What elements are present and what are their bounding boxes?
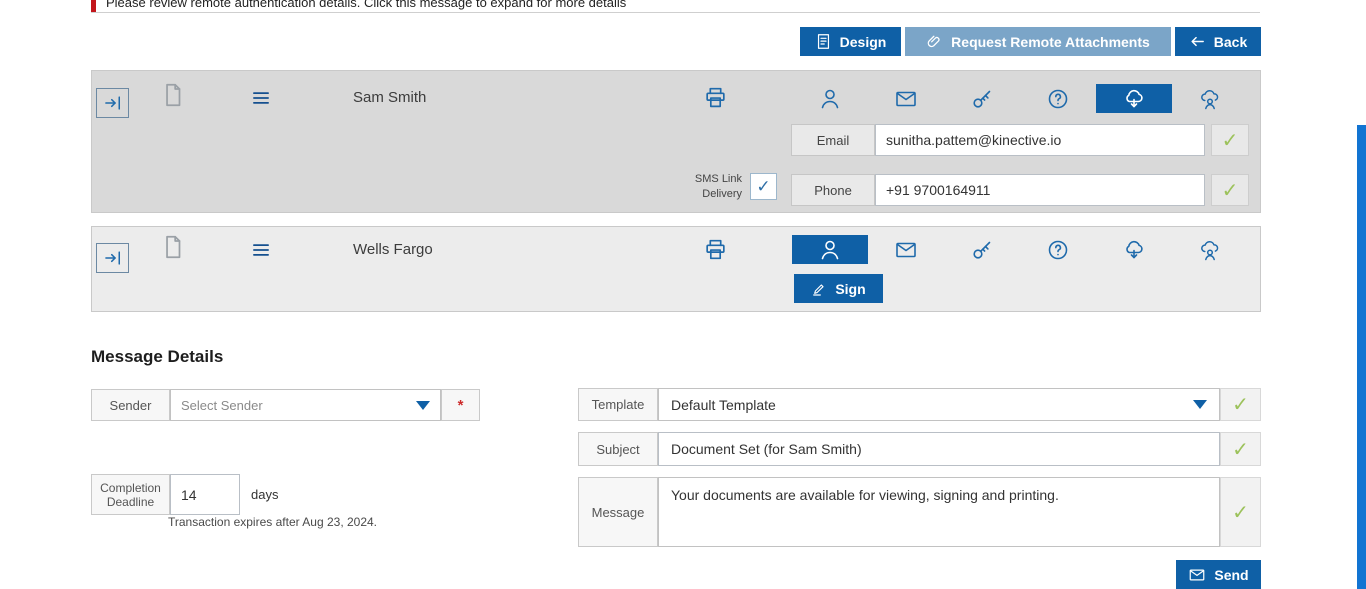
request-remote-attachments-button[interactable]: Request Remote Attachments [905, 27, 1171, 56]
phone-valid-checkmark: ✓ [1211, 174, 1249, 206]
phone-field-label: Phone [791, 174, 875, 206]
notice-accent-bar [91, 0, 96, 13]
chevron-down-icon [1193, 400, 1207, 409]
delivery-question-option[interactable] [1020, 84, 1096, 113]
printer-icon[interactable] [703, 85, 728, 110]
arrow-into-bar-icon [103, 93, 123, 113]
request-remote-attachments-label: Request Remote Attachments [951, 34, 1150, 50]
completion-deadline-label: Completion Deadline [91, 474, 170, 515]
delivery-question-option[interactable] [1020, 235, 1096, 264]
email-icon [894, 238, 918, 262]
delivery-auth-option[interactable] [944, 84, 1020, 113]
send-button[interactable]: Send [1176, 560, 1261, 589]
sign-button[interactable]: Sign [794, 274, 883, 303]
right-scrollbar-rail[interactable] [1357, 125, 1366, 589]
back-button[interactable]: Back [1175, 27, 1261, 56]
delivery-remote-option[interactable] [1096, 235, 1172, 264]
document-status-icon [160, 234, 186, 260]
delivery-branch-option[interactable] [1172, 235, 1248, 264]
goto-signer-button[interactable] [96, 243, 129, 273]
person-icon [818, 87, 842, 111]
send-envelope-icon [1188, 566, 1206, 584]
notice-text: Please review remote authentication deta… [106, 0, 626, 10]
recipient-name: Sam Smith [353, 89, 426, 106]
email-valid-checkmark: ✓ [1211, 124, 1249, 156]
esign-workflow-screen: Please review remote authentication deta… [0, 0, 1366, 589]
sender-select[interactable]: Select Sender [170, 389, 441, 421]
remote-signing-icon [1122, 238, 1146, 262]
branch-kiosk-icon [1198, 238, 1222, 262]
completion-deadline-input[interactable] [170, 474, 240, 515]
printer-icon[interactable] [703, 237, 728, 262]
key-icon [970, 87, 994, 111]
pen-icon [811, 281, 827, 297]
template-field-label: Template [578, 388, 658, 421]
arrow-into-bar-icon [103, 248, 123, 268]
key-icon [970, 238, 994, 262]
message-field-label: Message [578, 477, 658, 547]
document-status-icon [160, 82, 186, 108]
sign-button-label: Sign [835, 281, 865, 297]
notice-banner[interactable]: Please review remote authentication deta… [91, 0, 1260, 13]
person-icon [818, 238, 842, 262]
email-input[interactable] [875, 124, 1205, 156]
delivery-branch-option[interactable] [1172, 84, 1248, 113]
message-details-title: Message Details [91, 347, 223, 367]
chevron-down-icon [416, 401, 430, 410]
subject-input[interactable] [658, 432, 1220, 466]
recipient-row-sam-smith: Sam Smith Email ✓ SMS Link Delivery ✓ Ph… [91, 70, 1261, 213]
delivery-remote-option-selected[interactable] [1096, 84, 1172, 113]
delivery-email-option[interactable] [868, 84, 944, 113]
delivery-in-person-option-selected[interactable] [792, 235, 868, 264]
branch-kiosk-icon [1198, 87, 1222, 111]
back-arrow-icon [1189, 33, 1206, 50]
delivery-method-slots [792, 84, 1248, 113]
sender-field-label: Sender [91, 389, 170, 421]
sender-required-marker: * [441, 389, 480, 421]
design-button-label: Design [840, 34, 887, 50]
security-question-icon [1046, 87, 1070, 111]
sender-select-value: Select Sender [181, 398, 408, 413]
sms-link-delivery-label: SMS Link Delivery [684, 172, 742, 202]
message-textarea[interactable]: Your documents are available for viewing… [658, 477, 1220, 547]
delivery-in-person-option[interactable] [792, 84, 868, 113]
send-button-label: Send [1214, 567, 1248, 583]
template-select[interactable]: Default Template [658, 388, 1220, 421]
paperclip-icon [926, 33, 943, 50]
email-icon [894, 87, 918, 111]
template-valid-checkmark: ✓ [1220, 388, 1261, 421]
sms-link-delivery-checkbox[interactable]: ✓ [750, 173, 777, 200]
goto-signer-button[interactable] [96, 88, 129, 118]
transaction-expiry-note: Transaction expires after Aug 23, 2024. [168, 515, 377, 529]
design-button[interactable]: Design [800, 27, 901, 56]
message-valid-checkmark: ✓ [1220, 477, 1261, 547]
deadline-unit-label: days [251, 487, 278, 502]
delivery-auth-option[interactable] [944, 235, 1020, 264]
phone-input[interactable] [875, 174, 1205, 206]
design-icon [815, 33, 832, 50]
recipient-name: Wells Fargo [353, 241, 433, 258]
delivery-method-slots [792, 235, 1248, 264]
subject-field-label: Subject [578, 432, 658, 466]
security-question-icon [1046, 238, 1070, 262]
template-select-value: Default Template [671, 397, 1185, 413]
email-field-label: Email [791, 124, 875, 156]
drag-handle-icon[interactable] [248, 89, 274, 107]
recipient-row-wells-fargo: Wells Fargo Sign [91, 226, 1261, 312]
drag-handle-icon[interactable] [248, 241, 274, 259]
subject-valid-checkmark: ✓ [1220, 432, 1261, 466]
remote-signing-icon [1122, 87, 1146, 111]
delivery-email-option[interactable] [868, 235, 944, 264]
back-button-label: Back [1214, 34, 1247, 50]
